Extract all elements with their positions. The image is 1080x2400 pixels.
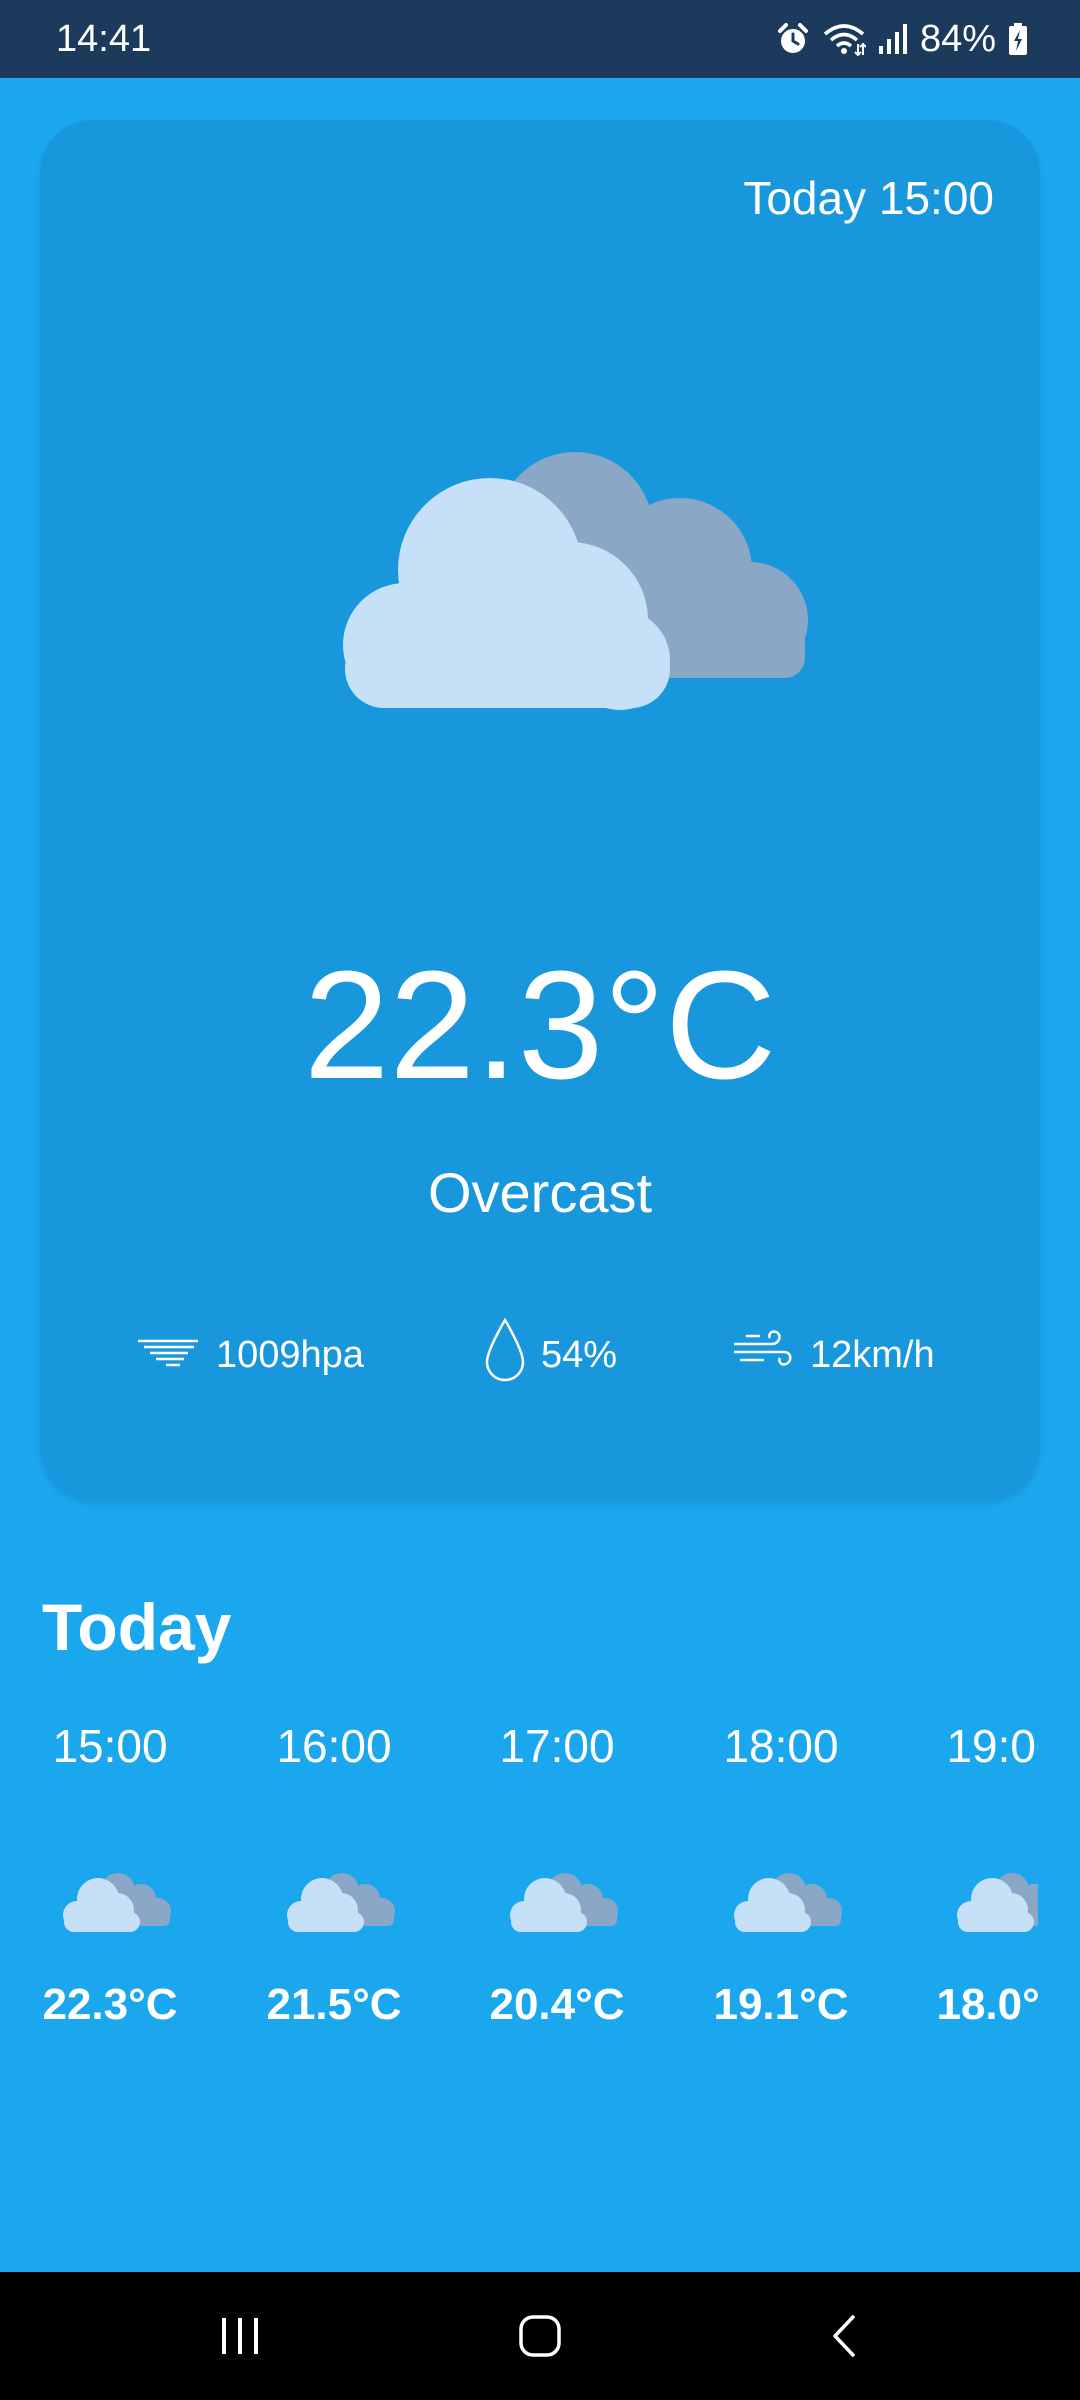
- back-button[interactable]: [754, 2272, 934, 2400]
- overcast-cloud-icon: [63, 1873, 171, 1932]
- status-bar: 14:41 84%: [0, 0, 1080, 78]
- humidity-value: 54%: [541, 1333, 618, 1376]
- humidity-stat: 54%: [485, 1315, 617, 1395]
- signal-icon: [878, 22, 908, 56]
- hourly-forecast-list[interactable]: 15:00 22.3°C 16:00 21.5°C 17:00 20.4°C 1…: [0, 1718, 1038, 2138]
- home-icon: [519, 2315, 561, 2357]
- hour-temperature: 20.4°C: [489, 1980, 625, 2029]
- hour-temperature: 21.5°C: [266, 1980, 402, 2029]
- hourly-item[interactable]: 16:00 21.5°C: [244, 1718, 424, 2138]
- pressure-value: 1009hpa: [216, 1333, 364, 1376]
- main-content: Today 15:00 22.3°C Overcast 1009hpa 54% …: [0, 78, 1080, 2272]
- wind-stat: 12km/h: [730, 1315, 935, 1395]
- hourly-item[interactable]: 15:00 22.3°C: [20, 1718, 200, 2138]
- overcast-cloud-icon: [287, 1873, 395, 1932]
- pressure-icon: [136, 1333, 200, 1377]
- hour-time: 16:00: [276, 1720, 392, 1772]
- hourly-section-title: Today: [42, 1590, 232, 1664]
- hour-temperature: 19.1°C: [713, 1980, 849, 2029]
- wind-icon: [730, 1326, 794, 1384]
- hourly-item[interactable]: 19:00 18.0°C: [914, 1718, 1038, 2138]
- home-button[interactable]: [450, 2272, 630, 2400]
- hourly-item[interactable]: 18:00 19.1°C: [691, 1718, 871, 2138]
- hour-temperature: 22.3°C: [42, 1980, 178, 2029]
- overcast-cloud-icon: [734, 1873, 842, 1932]
- current-condition: Overcast: [427, 1161, 653, 1224]
- current-temperature: 22.3°C: [303, 939, 777, 1111]
- hourly-item[interactable]: 17:00 20.4°C: [467, 1718, 647, 2138]
- wind-value: 12km/h: [810, 1333, 935, 1376]
- hour-temperature: 18.0°C: [936, 1980, 1038, 2029]
- overcast-cloud-icon: [510, 1873, 618, 1932]
- overcast-cloud-icon: [957, 1873, 1038, 1932]
- recent-apps-icon: [222, 2318, 258, 2354]
- battery-percent: 84%: [919, 18, 996, 60]
- hour-time: 17:00: [499, 1720, 615, 1772]
- status-icons: 84%: [776, 14, 1028, 64]
- back-icon: [833, 2315, 855, 2357]
- wifi-icon: [822, 22, 866, 56]
- weather-stats: 1009hpa 54% 12km/h: [40, 1315, 1040, 1395]
- status-time: 14:41: [56, 18, 152, 60]
- overcast-cloud-icon: [300, 410, 820, 750]
- hour-time: 19:00: [946, 1720, 1038, 1772]
- navigation-bar: [0, 2272, 1080, 2400]
- current-timestamp: Today 15:00: [743, 172, 994, 224]
- alarm-icon: [776, 22, 810, 56]
- hour-time: 18:00: [723, 1720, 839, 1772]
- battery-charging-icon: [1008, 22, 1028, 56]
- recent-apps-button[interactable]: [150, 2272, 330, 2400]
- current-weather-card: Today 15:00 22.3°C Overcast 1009hpa 54% …: [40, 120, 1040, 1500]
- hour-time: 15:00: [52, 1720, 168, 1772]
- pressure-stat: 1009hpa: [136, 1315, 364, 1395]
- humidity-drop-icon: [485, 1317, 525, 1392]
